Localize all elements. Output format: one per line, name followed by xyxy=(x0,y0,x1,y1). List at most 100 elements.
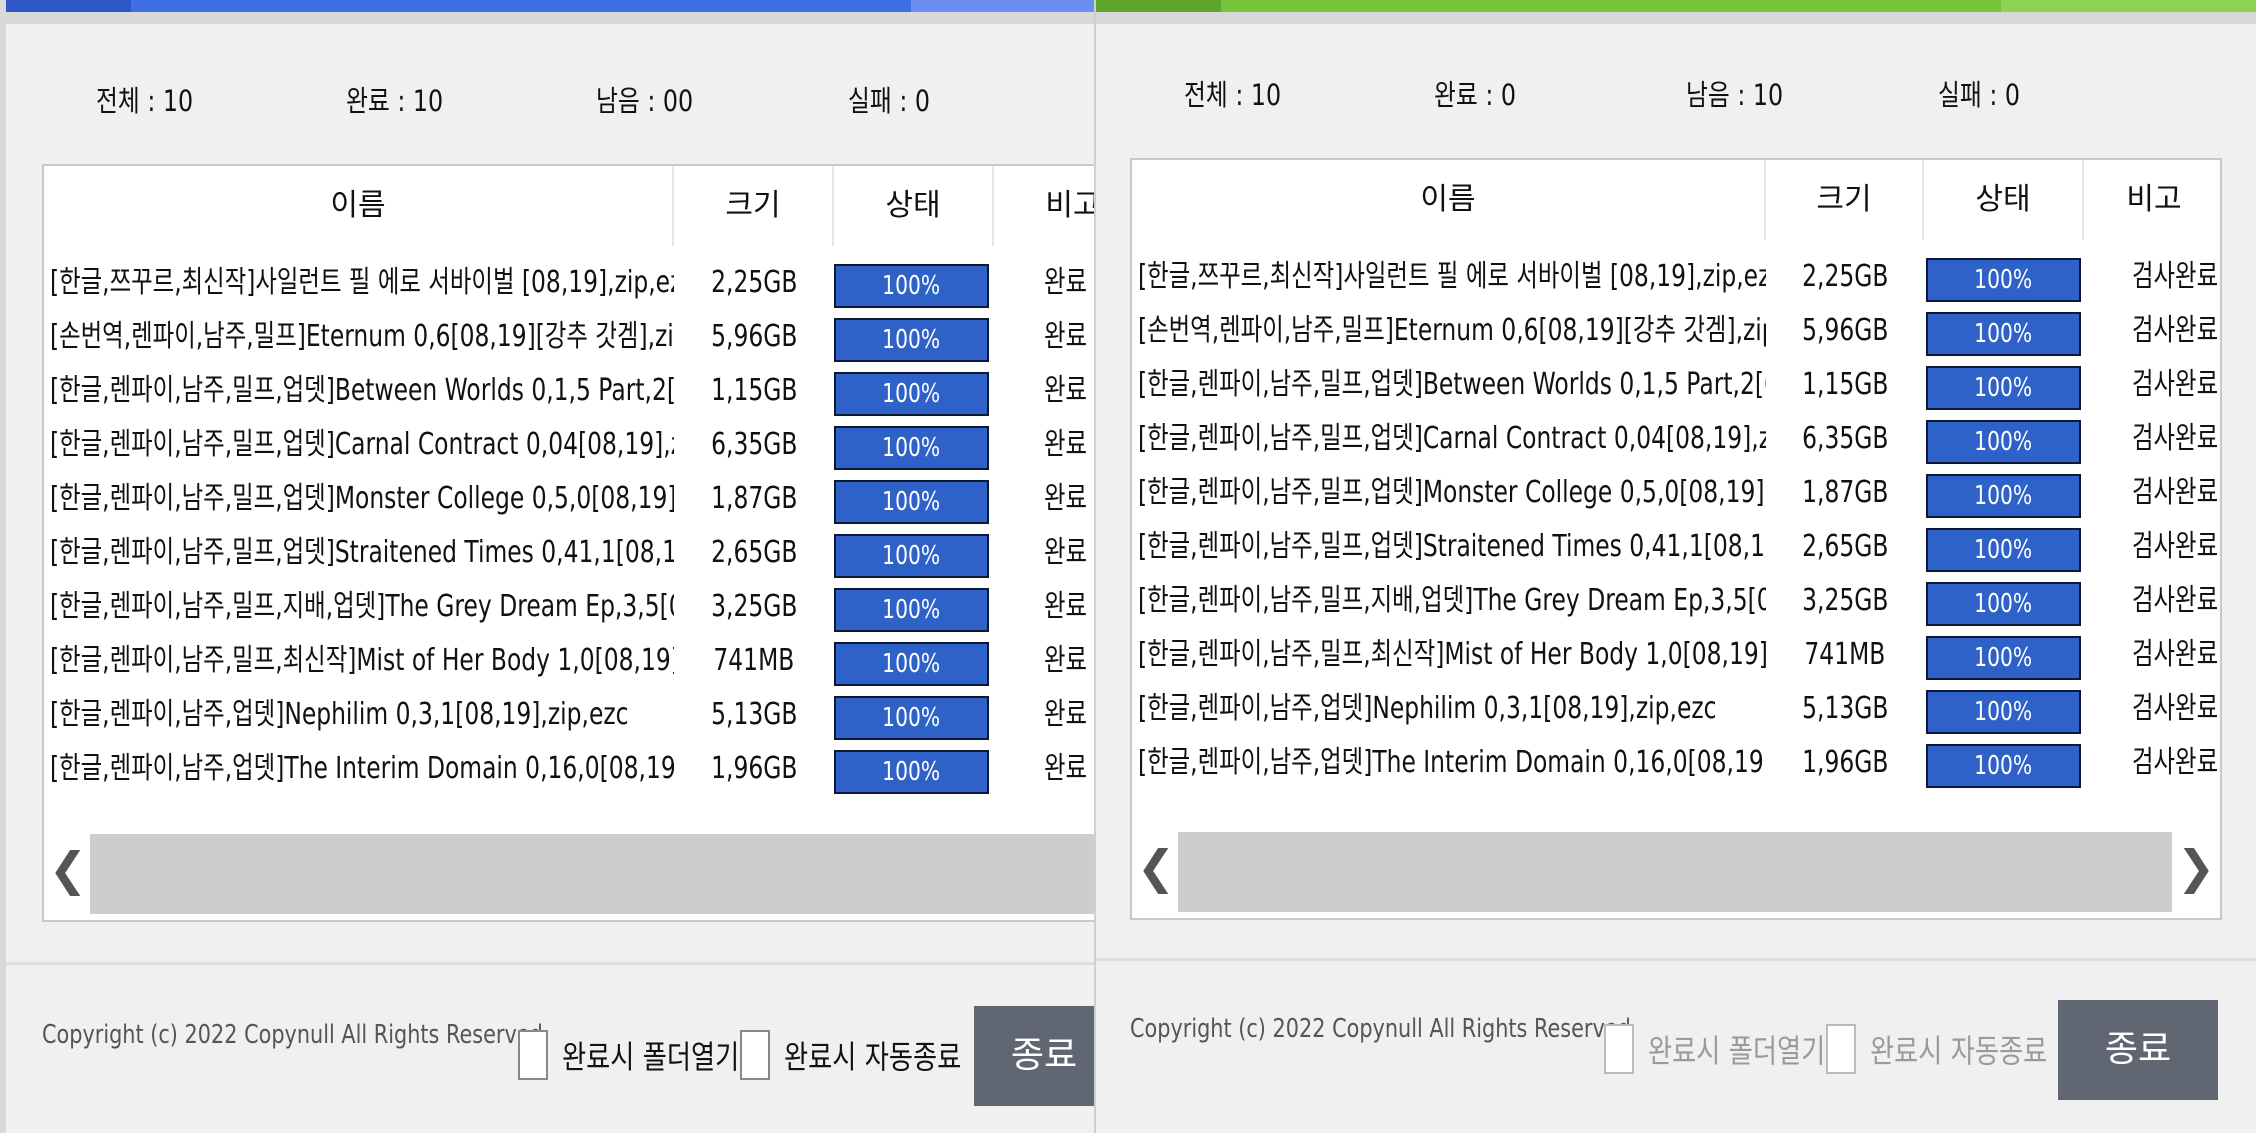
scroll-left-icon[interactable]: ❮ xyxy=(1136,840,1176,894)
progress-bar: 100% xyxy=(1926,420,2081,464)
file-size: 2,65GB xyxy=(710,535,798,570)
file-size: 5,96GB xyxy=(1801,313,1889,348)
note-text: 완료 xyxy=(1044,265,1088,300)
table-row[interactable]: [한글,렌파이,남주,밀프,업뎃]Between Worlds 0,1,5 Pa… xyxy=(1132,358,2220,412)
note-text: 완료 xyxy=(1044,481,1088,516)
file-size: 5,96GB xyxy=(710,319,798,354)
file-size-cell: 1,15GB xyxy=(1766,358,1924,412)
scrollbar-thumb[interactable] xyxy=(1178,832,2172,912)
checkbox-label[interactable]: 완료시 자동종료 xyxy=(1870,1026,2047,1072)
table-row[interactable]: [한글,렌파이,남주,밀프,업뎃]Carnal Contract 0,04[08… xyxy=(1132,412,2220,466)
file-size-cell: 1,87GB xyxy=(674,472,834,526)
copyright-text: Copyright (c) 2022 Copynull All Rights R… xyxy=(1130,1014,1631,1044)
file-list[interactable]: 이름 크기 상태 비고 [한글,쯔꾸르,최신작]사일런트 필 에로 서바이벌 [… xyxy=(1130,158,2222,920)
file-size: 3,25GB xyxy=(1801,583,1889,618)
table-row[interactable]: [한글,렌파이,남주,밀프,최신작]Mist of Her Body 1,0[0… xyxy=(44,634,1094,688)
summary-stats: 전체 : 10 완료 : 10 남음 : 00 실패 : 0 xyxy=(6,78,1094,138)
file-name: [한글,쯔꾸르,최신작]사일런트 필 에로 서바이벌 [08,19],zip,e… xyxy=(50,265,674,300)
progress-bar: 100% xyxy=(834,318,989,362)
table-row[interactable]: [한글,렌파이,남주,업뎃]Nephilim 0,3,1[08,19],zip,… xyxy=(44,688,1094,742)
installer-window-left: 전체 : 10 완료 : 10 남음 : 00 실패 : 0 이름 크기 상태 … xyxy=(0,0,1094,1133)
progress-label: 100% xyxy=(1974,319,2033,349)
column-header-size[interactable]: 크기 xyxy=(674,166,834,246)
file-name-cell: [한글,렌파이,남주,밀프,최신작]Mist of Her Body 1,0[0… xyxy=(1132,628,1766,682)
note-cell: 검사완료 xyxy=(2132,466,2220,520)
column-header-size[interactable]: 크기 xyxy=(1766,160,1924,240)
checkbox-label[interactable]: 완료시 자동종료 xyxy=(784,1032,961,1078)
note-text: 검사완료 xyxy=(2132,313,2219,348)
horizontal-scrollbar[interactable]: ❮ ❯ xyxy=(1132,828,2220,918)
file-name-cell: [손번역,렌파이,남주,밀프]Eternum 0,6[08,19][강추 갓겜]… xyxy=(44,310,674,364)
auto-close-checkbox[interactable]: 완료시 자동종료 xyxy=(1826,1024,2086,1074)
note-text: 검사완료 xyxy=(2132,745,2219,780)
title-bar-fill-light xyxy=(911,0,1094,12)
file-name-cell: [한글,렌파이,남주,밀프,업뎃]Monster College 0,5,0[0… xyxy=(1132,466,1766,520)
stat-done: 완료 : 0 xyxy=(1434,78,1517,112)
close-button[interactable]: 종료 xyxy=(2058,1000,2218,1100)
horizontal-scrollbar[interactable]: ❮ xyxy=(44,830,1094,920)
file-size-cell: 741MB xyxy=(1766,628,1924,682)
file-size: 1,87GB xyxy=(1801,475,1889,510)
title-bar-underline xyxy=(1096,12,2256,24)
summary-stats: 전체 : 10 완료 : 0 남음 : 10 실패 : 0 xyxy=(1096,72,2256,132)
progress-bar: 100% xyxy=(1926,636,2081,680)
file-name: [손번역,렌파이,남주,밀프]Eternum 0,6[08,19][강추 갓겜]… xyxy=(1138,313,1766,348)
table-row[interactable]: [손번역,렌파이,남주,밀프]Eternum 0,6[08,19][강추 갓겜]… xyxy=(44,310,1094,364)
checkbox-box[interactable] xyxy=(1826,1024,1856,1074)
file-name: [한글,쯔꾸르,최신작]사일런트 필 에로 서바이벌 [08,19],zip,e… xyxy=(1138,259,1766,294)
file-name-cell: [한글,렌파이,남주,밀프,업뎃]Monster College 0,5,0[0… xyxy=(44,472,674,526)
column-header-status[interactable]: 상태 xyxy=(834,166,994,246)
table-row[interactable]: [한글,렌파이,남주,업뎃]The Interim Domain 0,16,0[… xyxy=(44,742,1094,796)
column-header-status[interactable]: 상태 xyxy=(1924,160,2084,240)
table-row[interactable]: [한글,쯔꾸르,최신작]사일런트 필 에로 서바이벌 [08,19],zip,e… xyxy=(44,256,1094,310)
checkbox-box[interactable] xyxy=(740,1030,770,1080)
table-row[interactable]: [한글,렌파이,남주,밀프,업뎃]Straitened Times 0,41,1… xyxy=(1132,520,2220,574)
file-name-cell: [한글,렌파이,남주,밀프,업뎃]Straitened Times 0,41,1… xyxy=(44,526,674,580)
table-row[interactable]: [한글,렌파이,남주,밀프,업뎃]Monster College 0,5,0[0… xyxy=(1132,466,2220,520)
scroll-right-icon[interactable]: ❯ xyxy=(2176,840,2216,894)
file-name: [한글,렌파이,남주,업뎃]Nephilim 0,3,1[08,19],zip,… xyxy=(1138,691,1717,726)
progress-label: 100% xyxy=(1974,697,2033,727)
file-size-cell: 1,96GB xyxy=(674,742,834,796)
table-row[interactable]: [한글,렌파이,남주,업뎃]The Interim Domain 0,16,0[… xyxy=(1132,736,2220,790)
file-name-cell: [한글,렌파이,남주,업뎃]Nephilim 0,3,1[08,19],zip,… xyxy=(1132,682,1766,736)
close-button[interactable]: 종료 xyxy=(974,1006,1094,1106)
checkbox-label[interactable]: 완료시 폴더열기 xyxy=(562,1032,739,1078)
auto-close-checkbox[interactable]: 완료시 자동종료 xyxy=(740,1030,1000,1080)
checkbox-box[interactable] xyxy=(1604,1024,1634,1074)
table-row[interactable]: [한글,렌파이,남주,밀프,업뎃]Straitened Times 0,41,1… xyxy=(44,526,1094,580)
progress-label: 100% xyxy=(1974,535,2033,565)
table-row[interactable]: [한글,렌파이,남주,밀프,지배,업뎃]The Grey Dream Ep,3,… xyxy=(1132,574,2220,628)
file-size: 6,35GB xyxy=(710,427,798,462)
note-cell: 완료 xyxy=(1044,580,1094,634)
column-header-name[interactable]: 이름 xyxy=(1132,160,1766,240)
table-row[interactable]: [한글,쯔꾸르,최신작]사일런트 필 에로 서바이벌 [08,19],zip,e… xyxy=(1132,250,2220,304)
table-row[interactable]: [한글,렌파이,남주,밀프,업뎃]Between Worlds 0,1,5 Pa… xyxy=(44,364,1094,418)
table-row[interactable]: [손번역,렌파이,남주,밀프]Eternum 0,6[08,19][강추 갓겜]… xyxy=(1132,304,2220,358)
file-name: [한글,렌파이,남주,밀프,업뎃]Monster College 0,5,0[0… xyxy=(50,481,674,516)
column-header-note[interactable]: 비고 xyxy=(994,166,1094,246)
checkbox-box[interactable] xyxy=(518,1030,548,1080)
progress-label: 100% xyxy=(1974,265,2033,295)
stat-total: 전체 : 10 xyxy=(96,84,194,118)
table-row[interactable]: [한글,렌파이,남주,밀프,지배,업뎃]The Grey Dream Ep,3,… xyxy=(44,580,1094,634)
progress-bar: 100% xyxy=(834,588,989,632)
column-header-note[interactable]: 비고 xyxy=(2084,160,2220,240)
note-cell: 검사완료 xyxy=(2132,358,2220,412)
file-name: [한글,렌파이,남주,업뎃]The Interim Domain 0,16,0[… xyxy=(1138,745,1766,780)
title-bar-accent xyxy=(1096,0,1221,12)
scrollbar-thumb[interactable] xyxy=(90,834,1094,914)
table-row[interactable]: [한글,렌파이,남주,업뎃]Nephilim 0,3,1[08,19],zip,… xyxy=(1132,682,2220,736)
column-header-name[interactable]: 이름 xyxy=(44,166,674,246)
file-name-cell: [한글,렌파이,남주,밀프,업뎃]Between Worlds 0,1,5 Pa… xyxy=(1132,358,1766,412)
checkbox-label[interactable]: 완료시 폴더열기 xyxy=(1648,1026,1825,1072)
table-row[interactable]: [한글,렌파이,남주,밀프,최신작]Mist of Her Body 1,0[0… xyxy=(1132,628,2220,682)
file-list[interactable]: 이름 크기 상태 비고 [한글,쯔꾸르,최신작]사일런트 필 에로 서바이벌 [… xyxy=(42,164,1094,922)
scroll-left-icon[interactable]: ❮ xyxy=(48,842,88,896)
file-name: [한글,렌파이,남주,밀프,업뎃]Between Worlds 0,1,5 Pa… xyxy=(1138,367,1766,402)
table-row[interactable]: [한글,렌파이,남주,밀프,업뎃]Monster College 0,5,0[0… xyxy=(44,472,1094,526)
note-text: 완료 xyxy=(1044,373,1088,408)
table-row[interactable]: [한글,렌파이,남주,밀프,업뎃]Carnal Contract 0,04[08… xyxy=(44,418,1094,472)
file-name: [한글,렌파이,남주,밀프,업뎃]Carnal Contract 0,04[08… xyxy=(50,427,674,462)
file-name-cell: [한글,렌파이,남주,업뎃]Nephilim 0,3,1[08,19],zip,… xyxy=(44,688,674,742)
